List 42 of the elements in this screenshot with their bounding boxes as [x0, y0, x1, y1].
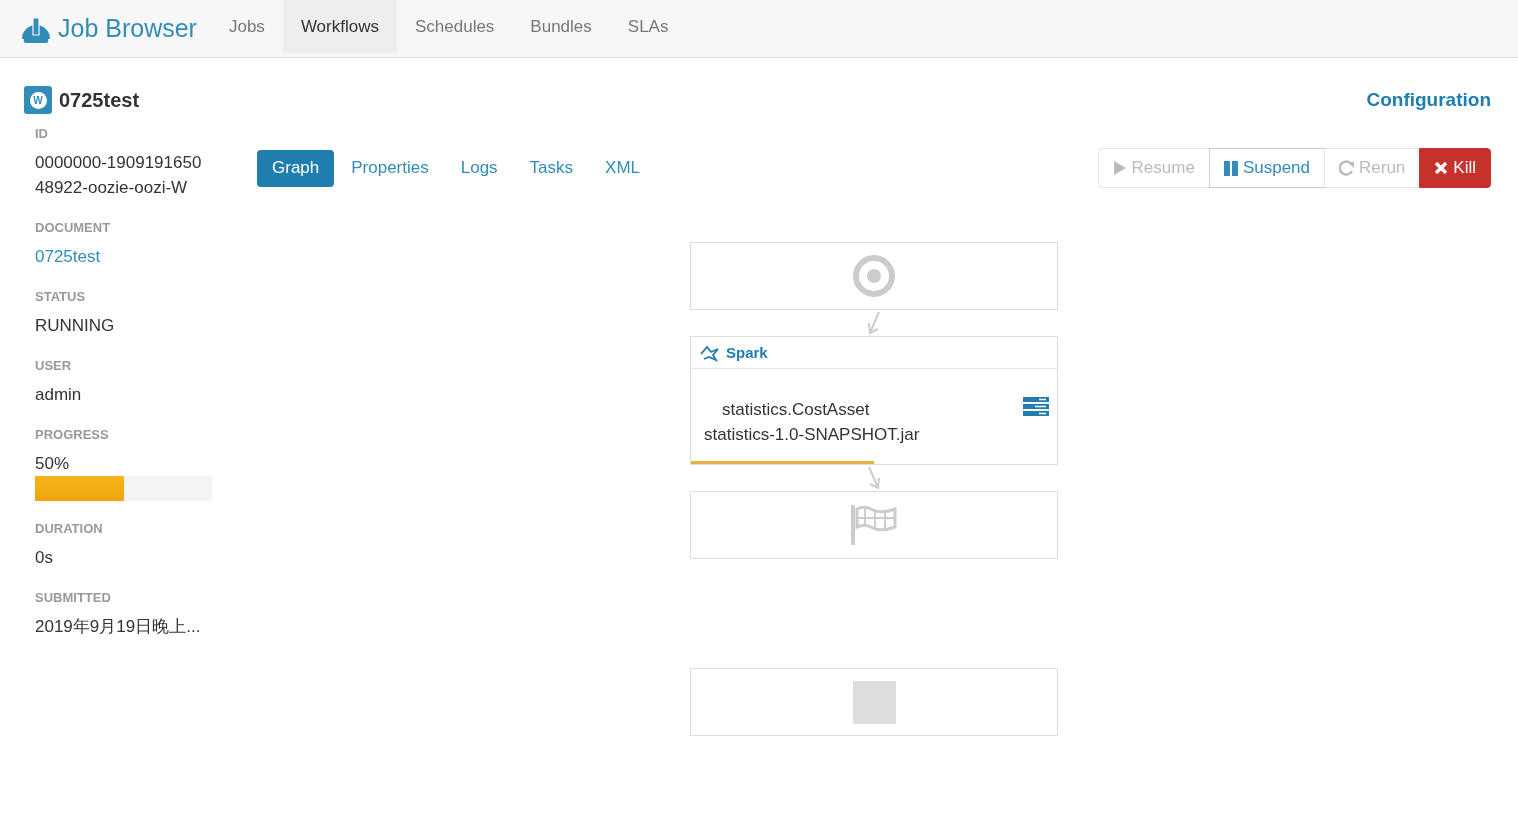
property-label: SUBMITTED — [35, 590, 112, 606]
property-value: 0s — [35, 547, 54, 569]
node-text: statistics-1.0-SNAPSHOT.jar — [704, 424, 920, 446]
job-title: 0725test — [59, 88, 140, 112]
suspend-button[interactable]: Suspend — [1208, 148, 1325, 188]
property-label: PROGRESS — [35, 427, 110, 443]
property-value: 2019年9月19日晚上... — [35, 616, 202, 638]
progress-value: 50% — [35, 453, 71, 475]
app-title: Job Browser — [58, 14, 197, 43]
document-link[interactable]: 0725test — [35, 244, 101, 269]
nav-tab[interactable]: SLAs — [609, 0, 687, 53]
property-label: USER — [35, 358, 73, 374]
menu-icon — [1023, 397, 1049, 416]
property-label: DOCUMENT — [35, 220, 112, 236]
property-value: RUNNING — [35, 315, 116, 337]
property-value: admin — [35, 384, 83, 406]
view-tab[interactable]: Logs — [445, 149, 513, 187]
target-icon — [852, 254, 896, 298]
nav-tab[interactable]: Bundles — [512, 0, 610, 53]
node-title: Spark — [726, 344, 768, 361]
arrow-icon — [867, 465, 881, 491]
kill-button[interactable]: Kill — [1419, 148, 1491, 188]
view-tab[interactable]: XML — [590, 149, 656, 187]
configuration-link[interactable]: Configuration — [1366, 89, 1491, 111]
view-tab[interactable]: Properties — [336, 149, 444, 187]
pause-icon — [1223, 159, 1238, 177]
node-text: statistics.CostAsset — [721, 399, 870, 421]
play-icon — [1112, 160, 1127, 176]
nav-tab[interactable]: Jobs — [210, 0, 283, 53]
close-icon — [1434, 161, 1449, 175]
view-tab[interactable]: Graph — [257, 149, 335, 187]
property-value: 0000000-190919165048922-oozie-oozi-W — [35, 152, 203, 199]
refresh-icon — [1339, 160, 1354, 176]
property-label: ID — [35, 126, 49, 142]
view-tab[interactable]: Tasks — [514, 149, 589, 187]
property-label: STATUS — [35, 289, 87, 305]
nav-tab[interactable]: Schedules — [396, 0, 513, 53]
stop-icon — [852, 680, 896, 724]
property-label: DURATION — [35, 521, 104, 537]
arrow-icon — [867, 310, 881, 336]
workflow-badge: W — [24, 86, 52, 114]
nav-tab[interactable]: Workflows — [282, 0, 397, 53]
